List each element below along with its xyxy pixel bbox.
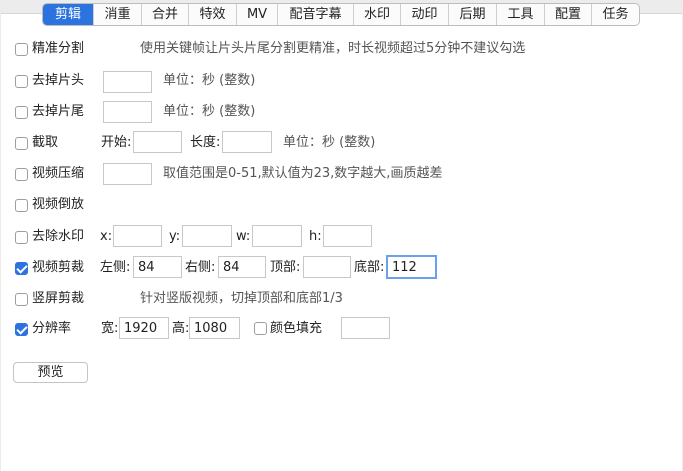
clip-length-input[interactable] xyxy=(222,131,272,153)
tab-merge[interactable]: 合并 xyxy=(142,4,189,25)
color-fill-checkbox[interactable] xyxy=(254,322,267,335)
reverse-checkbox[interactable] xyxy=(15,199,28,212)
tab-watermark[interactable]: 水印 xyxy=(354,4,401,25)
crop-bottom-input[interactable] xyxy=(386,255,437,279)
clip-length-label: 长度: xyxy=(190,135,221,150)
precise-split-checkbox[interactable] xyxy=(15,43,28,56)
remove-tail-input[interactable] xyxy=(103,101,152,123)
precise-split-label: 精准分割 xyxy=(32,41,85,56)
compress-checkbox[interactable] xyxy=(15,168,28,181)
remove-head-unit: 单位：秒 (整数) xyxy=(163,73,256,88)
compress-label: 视频压缩 xyxy=(32,166,85,181)
resolution-checkbox[interactable] xyxy=(15,323,28,336)
remove-tail-checkbox[interactable] xyxy=(15,106,28,119)
preview-button[interactable]: 预览 xyxy=(13,362,88,383)
tab-mv[interactable]: MV xyxy=(237,4,278,25)
compress-hint: 取值范围是0-51,默认值为23,数字越大,画质越差 xyxy=(163,166,443,181)
tab-dedup[interactable]: 消重 xyxy=(94,4,142,25)
tab-dub-subtitle[interactable]: 配音字幕 xyxy=(278,4,354,25)
dewatermark-h-label: h: xyxy=(309,229,322,244)
crop-top-input[interactable] xyxy=(303,256,351,278)
clip-start-label: 开始: xyxy=(101,135,132,150)
tab-tasks[interactable]: 任务 xyxy=(592,4,639,25)
resolution-height-input[interactable] xyxy=(189,317,240,339)
vertical-crop-label: 竖屏剪裁 xyxy=(32,291,85,306)
tab-tools[interactable]: 工具 xyxy=(497,4,545,25)
color-fill-label: 颜色填充 xyxy=(270,321,323,336)
dewatermark-x-label: x: xyxy=(100,229,113,244)
clip-label: 截取 xyxy=(32,135,59,150)
tab-animated-watermark[interactable]: 动印 xyxy=(401,4,449,25)
dewatermark-h-input[interactable] xyxy=(323,225,372,247)
vertical-crop-hint: 针对竖版视频，切掉顶部和底部1/3 xyxy=(140,291,343,306)
dewatermark-w-input[interactable] xyxy=(252,225,302,247)
crop-left-input[interactable] xyxy=(133,256,182,278)
remove-head-input[interactable] xyxy=(103,71,152,93)
crop-top-label: 顶部: xyxy=(270,260,301,275)
crop-label: 视频剪裁 xyxy=(32,260,85,275)
resolution-width-input[interactable] xyxy=(119,317,169,339)
resolution-height-label: 高: xyxy=(172,321,190,336)
remove-tail-label: 去掉片尾 xyxy=(32,104,85,119)
clip-checkbox[interactable] xyxy=(15,137,28,150)
dewatermark-y-input[interactable] xyxy=(182,225,232,247)
resolution-width-label: 宽: xyxy=(101,321,119,336)
color-fill-input[interactable] xyxy=(341,317,390,339)
tab-post[interactable]: 后期 xyxy=(449,4,497,25)
dewatermark-checkbox[interactable] xyxy=(15,231,28,244)
crop-bottom-label: 底部: xyxy=(354,260,385,275)
crop-checkbox[interactable] xyxy=(15,262,28,275)
remove-head-label: 去掉片头 xyxy=(32,73,85,88)
dewatermark-label: 去除水印 xyxy=(32,229,85,244)
crop-right-label: 右侧: xyxy=(185,260,216,275)
dewatermark-w-label: w: xyxy=(236,229,251,244)
tab-effects[interactable]: 特效 xyxy=(189,4,237,25)
resolution-label: 分辨率 xyxy=(32,321,72,336)
remove-head-checkbox[interactable] xyxy=(15,75,28,88)
clip-unit: 单位：秒 (整数) xyxy=(283,135,376,150)
tab-edit[interactable]: 剪辑 xyxy=(43,4,94,25)
compress-input[interactable] xyxy=(103,163,152,185)
remove-tail-unit: 单位：秒 (整数) xyxy=(163,104,256,119)
crop-left-label: 左侧: xyxy=(100,260,131,275)
dewatermark-y-label: y: xyxy=(169,229,181,244)
crop-right-input[interactable] xyxy=(218,256,266,278)
reverse-label: 视频倒放 xyxy=(32,197,85,212)
vertical-crop-checkbox[interactable] xyxy=(15,293,28,306)
precise-split-hint: 使用关键帧让片头片尾分割更精准，时长视频超过5分钟不建议勾选 xyxy=(140,41,526,56)
clip-start-input[interactable] xyxy=(133,131,182,153)
dewatermark-x-input[interactable] xyxy=(113,225,162,247)
tab-config[interactable]: 配置 xyxy=(545,4,592,25)
tab-bar: 剪辑 消重 合并 特效 MV 配音字幕 水印 动印 后期 工具 配置 任务 xyxy=(42,3,640,26)
